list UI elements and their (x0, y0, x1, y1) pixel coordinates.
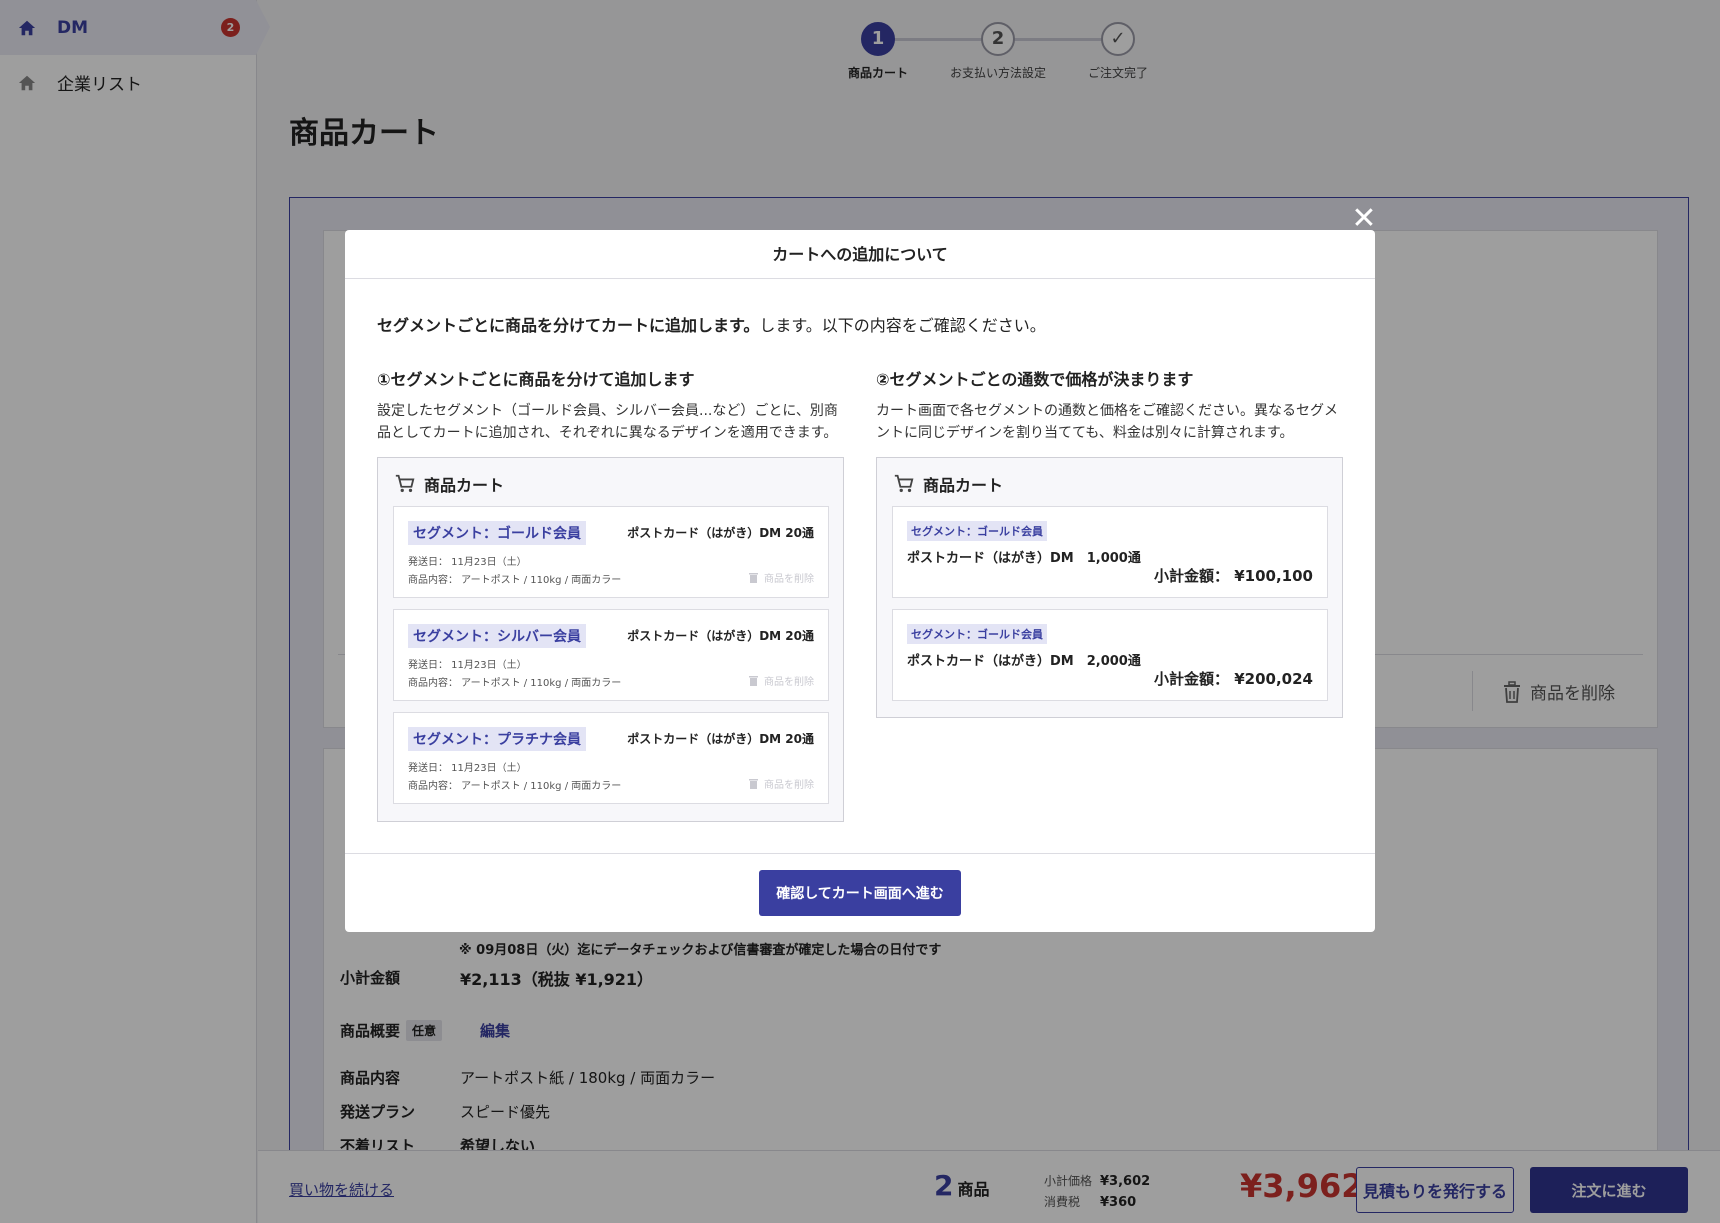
left-heading: ①セグメントごとに商品を分けて追加します (377, 370, 695, 389)
delete-label: 商品を削除 (764, 574, 814, 585)
segment-item: セグメント：ゴールド会員 ポストカード（はがき）DM 20通 発送日： 11月2… (393, 506, 829, 598)
trash-icon (749, 573, 758, 583)
segment-label: セグメント：ゴールド会員 (907, 624, 1047, 644)
segment-label: セグメント：ゴールド会員 (907, 521, 1047, 541)
confirm-proceed-button[interactable]: 確認してカート画面へ進む (759, 870, 961, 916)
product-name: ポストカード（はがき）DM 20通 (627, 629, 814, 643)
right-heading: ②セグメントごとの通数で価格が決まります (876, 370, 1194, 389)
product-content: 商品内容： アートポスト / 110kg / 両面カラー (408, 781, 622, 792)
segment-item: セグメント：ゴールド会員 ポストカード（はがき）DM 2,000通 小計金額： … (892, 609, 1328, 701)
cart-icon (894, 474, 914, 493)
mini-cart-title-label: 商品カート (923, 476, 1004, 495)
ship-date: 発送日： 11月23日（土） (408, 660, 527, 671)
segment-item: セグメント：プラチナ会員 ポストカード（はがき）DM 20通 発送日： 11月2… (393, 712, 829, 804)
delete-item-button[interactable]: 商品を削除 (749, 570, 814, 585)
product-name: ポストカード（はがき）DM 20通 (627, 732, 814, 746)
product-name: ポストカード（はがき）DM 1,000通 (907, 551, 1141, 566)
trash-icon (749, 779, 758, 789)
modal-intro-rest: します。以下の内容をご確認ください。 (759, 316, 1046, 335)
delete-label: 商品を削除 (764, 780, 814, 791)
delete-item-button[interactable]: 商品を削除 (749, 776, 814, 791)
example-cart-right: 商品カート セグメント：ゴールド会員 ポストカード（はがき）DM 1,000通 … (876, 457, 1343, 718)
right-description: カート画面で各セグメントの通数と価格をご確認ください。異なるセグメントに同じデザ… (876, 403, 1338, 441)
product-content: 商品内容： アートポスト / 110kg / 両面カラー (408, 678, 622, 689)
segment-label: セグメント：プラチナ会員 (408, 727, 586, 751)
trash-icon (749, 676, 758, 686)
segment-label: セグメント：ゴールド会員 (408, 521, 586, 545)
modal-title: カートへの追加について (345, 230, 1375, 279)
item-subtotal: 小計金額： ¥100,100 (1154, 567, 1313, 585)
left-description: 設定したセグメント（ゴールド会員、シルバー会員...など）ごとに、別商品としてカ… (377, 403, 838, 441)
modal-footer: 確認してカート画面へ進む (345, 853, 1375, 932)
cart-icon (395, 474, 415, 493)
explanation-right: ②セグメントごとの通数で価格が決まります カート画面で各セグメントの通数と価格を… (876, 366, 1344, 444)
product-content: 商品内容： アートポスト / 110kg / 両面カラー (408, 575, 622, 586)
modal-intro-bold: セグメントごとに商品を分けてカートに追加します。 (377, 316, 760, 335)
item-subtotal: 小計金額： ¥200,024 (1154, 670, 1313, 688)
delete-item-button[interactable]: 商品を削除 (749, 673, 814, 688)
segment-item: セグメント：シルバー会員 ポストカード（はがき）DM 20通 発送日： 11月2… (393, 609, 829, 701)
explanation-left: ①セグメントごとに商品を分けて追加します 設定したセグメント（ゴールド会員、シル… (377, 366, 845, 444)
modal-intro: セグメントごとに商品を分けてカートに追加します。します。以下の内容をご確認くださ… (377, 312, 1046, 336)
ship-date: 発送日： 11月23日（土） (408, 557, 527, 568)
example-cart-left: 商品カート セグメント：ゴールド会員 ポストカード（はがき）DM 20通 発送日… (377, 457, 844, 822)
segment-item: セグメント：ゴールド会員 ポストカード（はがき）DM 1,000通 小計金額： … (892, 506, 1328, 598)
delete-label: 商品を削除 (764, 677, 814, 688)
mini-cart-title-label: 商品カート (424, 476, 505, 495)
product-name: ポストカード（はがき）DM 20通 (627, 526, 814, 540)
ship-date: 発送日： 11月23日（土） (408, 763, 527, 774)
mini-cart-title: 商品カート (893, 472, 1003, 496)
product-name: ポストカード（はがき）DM 2,000通 (907, 654, 1141, 669)
close-icon[interactable]: ✕ (1350, 204, 1378, 234)
segment-label: セグメント：シルバー会員 (408, 624, 586, 648)
cart-info-modal: カートへの追加について セグメントごとに商品を分けてカートに追加します。します。… (345, 230, 1375, 932)
mini-cart-title: 商品カート (394, 472, 504, 496)
